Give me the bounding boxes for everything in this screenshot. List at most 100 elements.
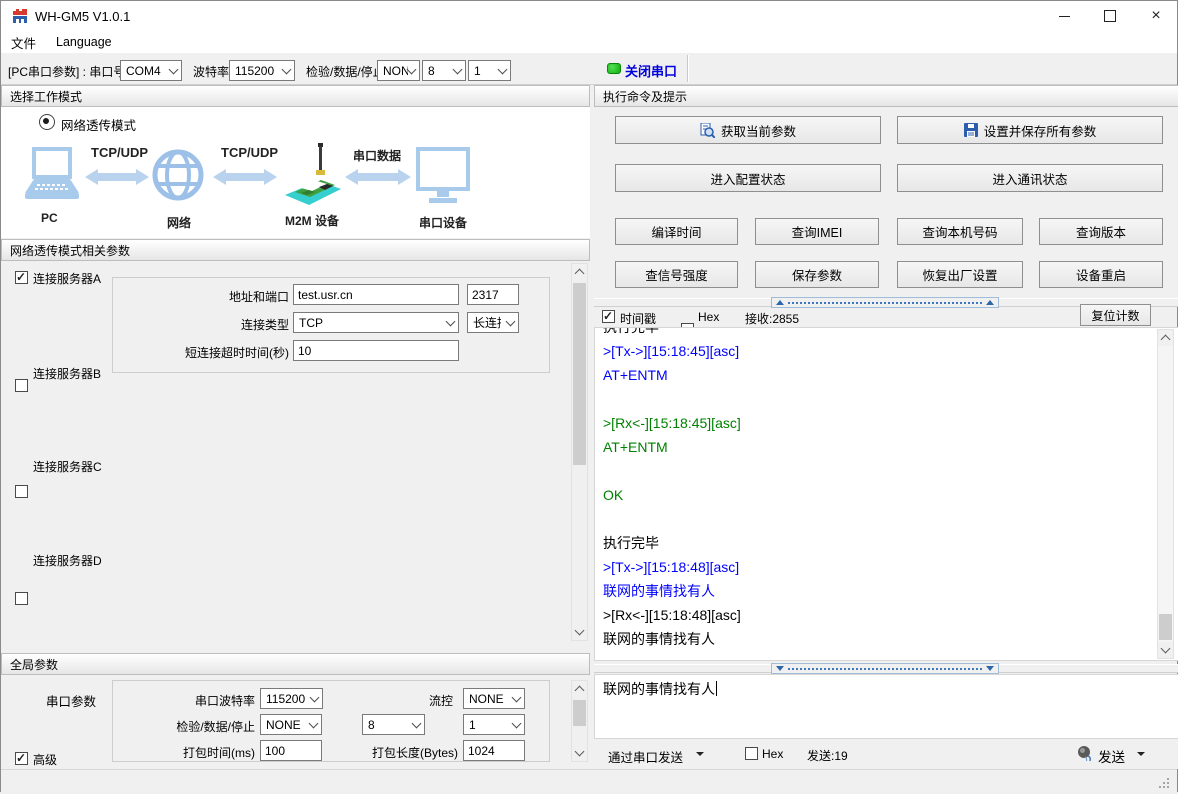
address-input[interactable] xyxy=(293,284,459,305)
timestamp-label: 时间戳 xyxy=(620,310,656,327)
timestamp-checkbox[interactable] xyxy=(602,310,615,323)
serial-toolbar: [PC串口参数] : 串口号 COM4 波特率 115200 检验/数据/停止 … xyxy=(1,53,1177,85)
compile-time-button[interactable]: 编译时间 xyxy=(615,218,738,245)
scroll-down-icon[interactable] xyxy=(572,745,587,761)
scrollbar-thumb[interactable] xyxy=(573,283,586,465)
server-d-label: 连接服务器D xyxy=(33,552,102,569)
server-a-checkbox[interactable] xyxy=(15,271,28,284)
chevron-down-icon xyxy=(407,64,417,74)
packlen-input[interactable] xyxy=(463,740,525,761)
log-line: >[Rx<-][15:18:48][asc] xyxy=(595,603,1178,627)
transparent-mode-radio[interactable] xyxy=(39,114,55,130)
packtime-input[interactable] xyxy=(260,740,322,761)
enter-config-button[interactable]: 进入配置状态 xyxy=(615,164,881,192)
enter-comm-button[interactable]: 进入通讯状态 xyxy=(897,164,1163,192)
arrow-network-m2m-icon xyxy=(213,167,277,187)
flow-select[interactable]: NONE xyxy=(463,688,525,709)
log-line: 执行完毕 xyxy=(595,327,1178,339)
conn-type-select[interactable]: TCP xyxy=(293,312,459,333)
send-sound-icon xyxy=(1076,744,1094,762)
g-baud-label: 串口波特率 xyxy=(153,692,255,709)
scroll-up-icon[interactable] xyxy=(1158,330,1173,346)
chevron-down-icon xyxy=(446,316,456,326)
splitter-dots xyxy=(788,668,982,670)
g-databits-select[interactable]: 8 xyxy=(362,714,425,735)
server-b-label: 连接服务器B xyxy=(33,365,101,382)
send-splitter-handle[interactable] xyxy=(771,663,999,674)
collapse-down-icon[interactable] xyxy=(986,666,994,671)
get-params-button[interactable]: 获取当前参数 xyxy=(615,116,881,144)
section-header-params: 网络透传模式相关参数 xyxy=(1,239,590,261)
g-baud-select[interactable]: 115200 xyxy=(260,688,323,709)
g-parity-label: 检验/数据/停止 xyxy=(153,718,255,735)
send-via-dropdown[interactable]: 通过串口发送 xyxy=(608,747,683,766)
send-control-bar: 通过串口发送 Hex 发送:19 发送 xyxy=(594,739,1178,769)
scrollbar-thumb[interactable] xyxy=(1159,614,1172,640)
commands-panel: 获取当前参数 设置并保存所有参数 进入配置状态 进入通讯状态 编译时间 查询IM… xyxy=(594,107,1178,299)
params-scrollbar[interactable] xyxy=(571,263,588,641)
log-scrollbar[interactable] xyxy=(1157,329,1174,659)
server-c-checkbox[interactable] xyxy=(15,485,28,498)
parity-select[interactable]: NONI xyxy=(377,60,420,81)
global-fieldbox: 串口波特率 115200 流控 NONE 检验/数据/停止 NONE 8 1 打… xyxy=(112,680,550,762)
databits-select[interactable]: 8 xyxy=(422,60,466,81)
baud-label: 波特率 xyxy=(193,63,229,80)
addr-port-label: 地址和端口 xyxy=(113,288,289,305)
stopbits-select[interactable]: 1 xyxy=(468,60,511,81)
g-parity-select[interactable]: NONE xyxy=(260,714,322,735)
menu-file[interactable]: 文件 xyxy=(1,31,46,53)
reset-counter-button[interactable]: 复位计数 xyxy=(1080,304,1151,326)
query-number-button[interactable]: 查询本机号码 xyxy=(897,218,1023,245)
set-save-all-button[interactable]: 设置并保存所有参数 xyxy=(897,116,1163,144)
send-textarea[interactable]: 联网的事情找有人 xyxy=(594,674,1178,739)
chevron-down-icon xyxy=(453,64,463,74)
keepalive-select[interactable]: 长连接 xyxy=(467,312,519,333)
log-line xyxy=(595,387,1178,411)
send-hex-checkbox[interactable] xyxy=(745,747,758,760)
query-imei-button[interactable]: 查询IMEI xyxy=(755,218,879,245)
chevron-down-icon[interactable] xyxy=(696,752,704,756)
menu-language[interactable]: Language xyxy=(46,31,122,53)
server-d-checkbox[interactable] xyxy=(15,592,28,605)
log-area[interactable]: 执行完毕>[Tx->][15:18:45][asc]AT+ENTM >[Rx<-… xyxy=(594,327,1178,661)
save-params-button[interactable]: 保存参数 xyxy=(755,261,879,288)
log-control-bar: 时间戳 Hex 接收:2855 复位计数 xyxy=(594,299,1178,325)
global-scrollbar[interactable] xyxy=(571,680,588,762)
scroll-down-icon[interactable] xyxy=(572,624,587,640)
close-port-button[interactable]: 关闭串口 xyxy=(625,61,677,80)
query-version-button[interactable]: 查询版本 xyxy=(1039,218,1163,245)
device-restart-button[interactable]: 设备重启 xyxy=(1039,261,1163,288)
resize-grip[interactable] xyxy=(1159,778,1171,790)
advanced-checkbox[interactable] xyxy=(15,752,28,765)
global-panel: 串口参数 串口波特率 115200 流控 NONE 检验/数据/停止 NONE … xyxy=(1,675,590,767)
scrollbar-thumb[interactable] xyxy=(573,700,586,726)
chevron-down-icon xyxy=(512,718,522,728)
com-port-select[interactable]: COM4 xyxy=(120,60,182,81)
factory-reset-button[interactable]: 恢复出厂设置 xyxy=(897,261,1023,288)
send-text: 联网的事情找有人 xyxy=(603,681,715,697)
query-signal-button[interactable]: 查信号强度 xyxy=(615,261,738,288)
close-button[interactable]: × xyxy=(1133,1,1178,31)
port-input[interactable] xyxy=(467,284,519,305)
section-header-global: 全局参数 xyxy=(1,653,590,675)
minimize-button[interactable] xyxy=(1041,1,1087,31)
collapse-down-icon[interactable] xyxy=(776,666,784,671)
arrow-m2m-serial-icon xyxy=(345,167,411,187)
scroll-up-icon[interactable] xyxy=(572,681,587,697)
log-line: >[Tx->][15:18:45][asc] xyxy=(595,339,1178,363)
server-b-checkbox[interactable] xyxy=(15,379,28,392)
send-options-dropdown-icon[interactable] xyxy=(1137,752,1145,756)
server-a-label: 连接服务器A xyxy=(33,270,101,287)
maximize-button[interactable] xyxy=(1087,1,1133,31)
scroll-up-icon[interactable] xyxy=(572,264,587,280)
chevron-down-icon xyxy=(310,692,320,702)
packlen-label: 打包长度(Bytes) xyxy=(353,744,458,761)
send-button[interactable]: 发送 xyxy=(1098,746,1125,766)
chevron-down-icon xyxy=(282,64,292,74)
baud-select[interactable]: 115200 xyxy=(229,60,295,81)
short-timeout-input[interactable] xyxy=(293,340,459,361)
scroll-down-icon[interactable] xyxy=(1158,642,1173,658)
node-label-network: 网络 xyxy=(167,214,191,231)
serial-device-icon xyxy=(415,147,471,205)
g-stopbits-select[interactable]: 1 xyxy=(463,714,525,735)
